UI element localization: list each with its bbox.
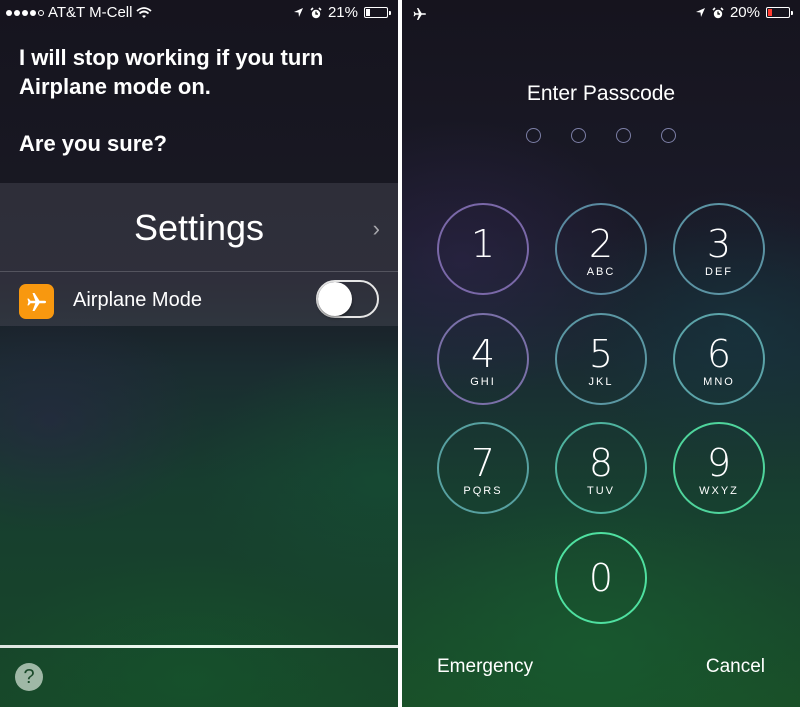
settings-card: Settings › Airplane Mode xyxy=(0,183,398,326)
key-digit: 9 xyxy=(706,441,732,485)
key-letters: MNO xyxy=(703,376,735,388)
key-letters: WXYZ xyxy=(699,485,739,497)
key-letters: JKL xyxy=(588,376,614,388)
key-digit: 1 xyxy=(470,222,496,266)
key-letters: TUV xyxy=(587,485,615,497)
passcode-digit-indicator xyxy=(661,128,676,143)
battery-icon xyxy=(364,7,391,18)
wifi-icon xyxy=(136,6,153,18)
key-digit: 5 xyxy=(588,332,614,376)
siri-screen: AT&T M-Cell 21% I will stop working if y… xyxy=(0,0,398,707)
airplane-icon xyxy=(413,8,426,20)
battery-icon xyxy=(766,7,793,18)
enter-passcode-title: Enter Passcode xyxy=(526,82,676,105)
key-digit: 3 xyxy=(706,222,732,266)
siri-response-text: I will stop working if you turn Airplane… xyxy=(19,45,324,99)
keypad-key-4[interactable]: 4 GHI xyxy=(437,313,529,405)
chevron-right-icon: › xyxy=(372,216,380,241)
key-digit: 8 xyxy=(588,441,614,485)
location-arrow-icon xyxy=(695,8,705,17)
battery-percent: 20% xyxy=(729,4,760,21)
cancel-button[interactable]: Cancel xyxy=(706,656,765,678)
keypad-key-2[interactable]: 2 ABC xyxy=(555,203,647,295)
key-letters: PQRS xyxy=(463,485,503,497)
keypad-key-7[interactable]: 7 PQRS xyxy=(437,422,529,514)
passcode-screen: 20% Enter Passcode 1 2 ABC 3 DEF 4 GHI 5 JKL 6 MNO… xyxy=(402,0,800,707)
alarm-clock-icon xyxy=(310,6,322,18)
passcode-indicator xyxy=(402,128,800,143)
alarm-clock-icon xyxy=(712,6,724,18)
key-digit: 4 xyxy=(470,332,496,376)
key-letters: GHI xyxy=(470,376,496,388)
keypad-key-5[interactable]: 5 JKL xyxy=(555,313,647,405)
siri-waveform xyxy=(0,645,398,648)
battery-percent: 21% xyxy=(327,4,358,21)
airplane-mode-row: Airplane Mode xyxy=(0,272,398,326)
passcode-digit-indicator xyxy=(526,128,541,143)
keypad-key-8[interactable]: 8 TUV xyxy=(555,422,647,514)
status-bar: AT&T M-Cell 21% xyxy=(0,0,398,26)
airplane-mode-app-icon xyxy=(19,284,54,319)
keypad-key-0[interactable]: 0 xyxy=(555,532,647,624)
airplane-mode-toggle[interactable] xyxy=(316,280,379,318)
status-bar: 20% xyxy=(402,0,800,26)
passcode-digit-indicator xyxy=(571,128,586,143)
settings-title: Settings xyxy=(133,207,265,248)
key-digit: 7 xyxy=(470,441,496,485)
signal-strength-icon xyxy=(6,9,44,16)
airplane-icon xyxy=(26,292,46,311)
airplane-mode-label: Airplane Mode xyxy=(73,289,202,311)
settings-link[interactable]: Settings › xyxy=(0,183,398,272)
keypad-key-3[interactable]: 3 DEF xyxy=(673,203,765,295)
keypad-key-9[interactable]: 9 WXYZ xyxy=(673,422,765,514)
siri-question-text: Are you sure? xyxy=(19,131,167,156)
key-digit: 0 xyxy=(588,556,614,600)
key-letters: DEF xyxy=(705,266,733,278)
passcode-digit-indicator xyxy=(616,128,631,143)
keypad-key-1[interactable]: 1 xyxy=(437,203,529,295)
key-letters: ABC xyxy=(586,266,616,278)
toggle-knob xyxy=(318,282,352,316)
keypad-key-6[interactable]: 6 MNO xyxy=(673,313,765,405)
help-button[interactable]: ? xyxy=(15,663,43,691)
key-digit: 2 xyxy=(588,222,614,266)
carrier-name: AT&T M-Cell xyxy=(48,4,133,21)
key-digit: 6 xyxy=(706,332,732,376)
emergency-button[interactable]: Emergency xyxy=(437,656,533,678)
location-arrow-icon xyxy=(293,8,303,17)
